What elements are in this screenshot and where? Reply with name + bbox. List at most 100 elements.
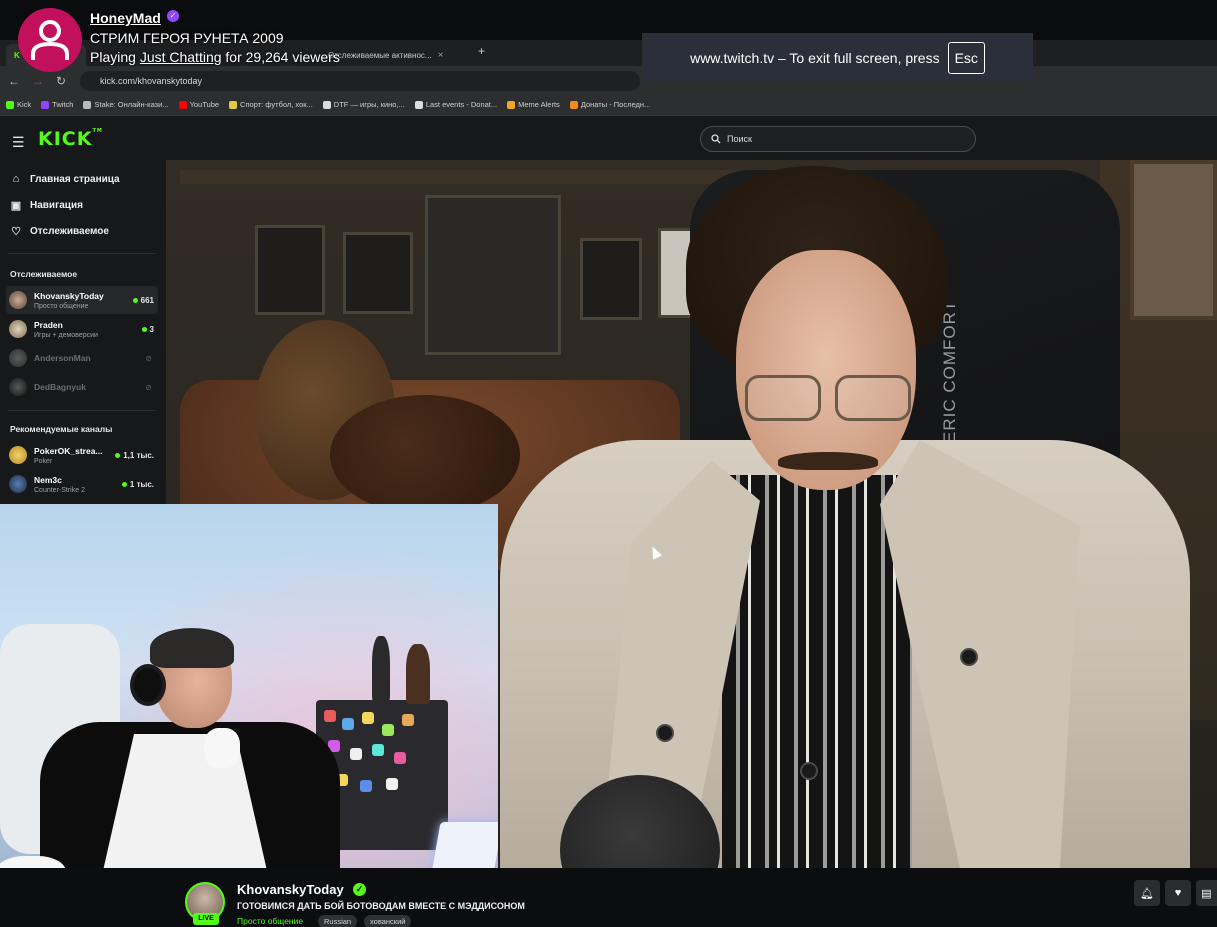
forward-icon[interactable]: → [32, 74, 44, 88]
gift-button[interactable]: ▤ [1196, 880, 1217, 906]
bookmark-donation-events[interactable]: Last events - Donat... [414, 100, 497, 109]
stream-category-link[interactable]: Просто общение [237, 916, 303, 926]
following-channel-dedbagnyuk[interactable]: DedBagnyuk ⊘ [6, 373, 158, 401]
following-channel-praden[interactable]: Praden Игры + демоверсии 3 [6, 315, 158, 343]
kick-header [0, 116, 1217, 160]
following-section-title: Отслеживаемое [10, 269, 78, 279]
pip-hair [150, 628, 234, 668]
sidebar-divider [8, 410, 156, 411]
video-wall-frame [255, 225, 325, 315]
avatar [9, 446, 27, 464]
sticker [402, 714, 414, 726]
bookmark-meme-alerts[interactable]: Meme Alerts [507, 100, 560, 109]
donations-icon [569, 100, 578, 109]
nav-home[interactable]: ⌂ Главная страница [10, 173, 120, 185]
bookmark-youtube[interactable]: YouTube [178, 100, 219, 109]
stream-tag[interactable]: Russian [318, 915, 358, 927]
sticker [382, 724, 394, 736]
sticker [350, 748, 362, 760]
donationalerts-icon [414, 100, 423, 109]
pip-keyboard [431, 822, 498, 874]
sticker [362, 712, 374, 724]
nav-browse[interactable]: ▣ Навигация [10, 199, 83, 212]
video-teddy-bear [330, 395, 520, 515]
heart-icon: ♡ [11, 226, 21, 238]
recommended-channel-pokerok[interactable]: PokerOK_strea... Poker 1,1 тыс. [6, 441, 158, 469]
viewer-count: 1 тыс. [121, 480, 158, 489]
verified-partner-icon: ✓ [167, 10, 179, 22]
sticker [372, 744, 384, 756]
home-icon: ⌂ [12, 173, 20, 185]
video-glasses [745, 375, 821, 421]
twitch-stream-title: СТРИМ ГЕРОЯ РУНЕТА 2009 [90, 30, 284, 46]
bookmark-dtf[interactable]: DTF — игры, кино,... [322, 100, 405, 109]
recommended-channel-nem3c[interactable]: Nem3c Counter-Strike 2 1 тыс. [6, 470, 158, 498]
avatar [9, 349, 27, 367]
video-glasses [835, 375, 911, 421]
video-wall-frame [425, 195, 561, 355]
avatar [9, 378, 27, 396]
avatar [9, 320, 27, 338]
viewer-count: 3 [141, 325, 158, 334]
channel-avatar[interactable] [18, 8, 82, 72]
streamer-name[interactable]: KhovanskyToday [237, 882, 344, 897]
avatar [9, 475, 27, 493]
pip-figurine [372, 636, 390, 702]
back-icon[interactable]: ← [8, 74, 20, 88]
bookmark-kick[interactable]: Kick [6, 100, 31, 109]
new-tab-icon[interactable]: + [478, 44, 485, 58]
live-dot-icon [121, 481, 127, 487]
twitch-icon [41, 100, 50, 109]
bookmark-twitch[interactable]: Twitch [41, 100, 73, 109]
stream-tag[interactable]: хованский [364, 915, 412, 927]
bookmark-donations[interactable]: Донаты - Последн... [569, 100, 650, 109]
bookmark-sport[interactable]: Спорт: футбол, хок... [229, 100, 313, 109]
following-channel-khovanskytoday[interactable]: KhovanskyToday Просто общение 661 [6, 286, 158, 314]
url-text: kick.com/khovanskytoday [100, 76, 203, 86]
kick-logo[interactable]: KICKTM [38, 128, 103, 150]
sticker [324, 710, 336, 722]
compass-icon: ▣ [10, 200, 22, 212]
video-coat-button [960, 648, 978, 666]
channel-name[interactable]: HoneyMad [90, 10, 161, 26]
viewer-count: 1,1 тыс. [115, 451, 158, 460]
offline-icon: ⊘ [145, 353, 152, 363]
search-placeholder: Поиск [727, 134, 752, 144]
reload-icon[interactable]: ↻ [56, 74, 66, 88]
video-portrait [1130, 160, 1217, 320]
sticker [394, 752, 406, 764]
search-input[interactable]: Поиск [700, 126, 976, 152]
nav-following[interactable]: ♡ Отслеживаемое [10, 225, 109, 238]
sidebar-divider [8, 253, 156, 254]
follow-button[interactable]: ♥ [1165, 880, 1191, 906]
game-link[interactable]: Just Chatting [140, 49, 222, 65]
esc-key: Esc [947, 41, 985, 74]
heart-icon: ♥ [1174, 887, 1182, 899]
bookmark-stake[interactable]: Stake: Онлайн-кази... [83, 100, 169, 109]
search-icon [711, 134, 721, 144]
sticker [360, 780, 372, 792]
video-wall-frame [580, 238, 642, 320]
viewer-count: 661 [132, 296, 158, 305]
pip-figurine [406, 644, 430, 704]
pip-glove [204, 728, 240, 768]
pip-webcam-video[interactable] [0, 504, 498, 880]
live-dot-icon [115, 452, 121, 458]
kick-icon [6, 100, 14, 109]
url-field[interactable]: kick.com/khovanskytoday [80, 71, 640, 91]
video-shelf [180, 170, 740, 184]
dtf-icon [322, 100, 331, 109]
menu-icon[interactable]: ☰ [12, 134, 25, 151]
fullscreen-exit-notice: www.twitch.tv – To exit full screen, pre… [642, 33, 1033, 82]
offline-icon: ⊘ [145, 382, 152, 392]
close-tab-icon[interactable]: × [438, 50, 444, 61]
notification-bell-button[interactable]: 🔔︎ [1134, 880, 1160, 906]
browser-tab-following[interactable]: Отслеживаемые активнос... × [320, 44, 470, 66]
video-coat-button [656, 724, 674, 742]
live-dot-icon [141, 326, 147, 332]
twitch-fullscreen-player[interactable]: K Отслеживаемые активнос... × + ← → ↻ ki… [0, 0, 1217, 927]
bookmarks-bar: Kick Twitch Stake: Онлайн-кази... YouTub… [0, 94, 1217, 116]
following-channel-andersonman[interactable]: AndersonMan ⊘ [6, 344, 158, 372]
stream-title: ГОТОВИМСЯ ДАТЬ БОЙ БОТОВОДАМ ВМЕСТЕ С МЭ… [237, 901, 525, 911]
playing-line: Playing Just Chatting for 29,264 viewers [90, 49, 340, 65]
